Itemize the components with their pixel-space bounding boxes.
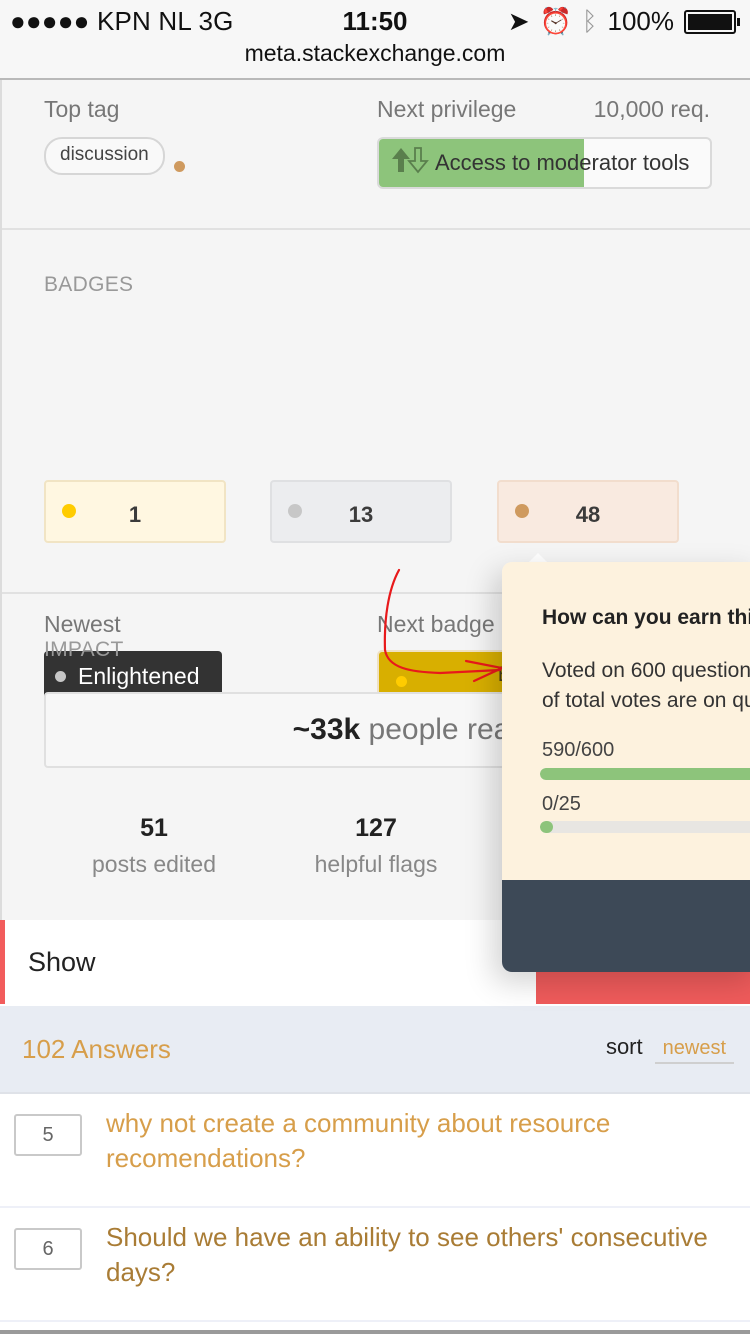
battery-percent: 100% <box>607 6 675 36</box>
bluetooth-icon: ᛒ <box>581 6 598 36</box>
list-item[interactable]: 6 Should we have an ability to see other… <box>0 1208 750 1322</box>
answers-header: 102 Answers sort newest <box>0 1006 750 1094</box>
next-privilege-name: Access to moderator tools <box>435 150 690 175</box>
progress-bar-questions <box>540 821 750 833</box>
people-reached-value: ~33k <box>292 713 361 746</box>
question-link[interactable]: why not create a community about resourc… <box>106 1106 726 1176</box>
sort-control: sort newest <box>606 1034 734 1064</box>
popover-description: Voted on 600 questions and 25% of total … <box>542 659 750 712</box>
bronze-badge-count[interactable]: 48 <box>497 480 679 543</box>
popover-title: How can you earn this badge? <box>542 606 750 629</box>
progress-fill <box>540 821 553 833</box>
next-privilege-progress[interactable]: Access to moderator tools <box>377 137 712 189</box>
top-tag-label: Top tag <box>44 96 120 122</box>
vote-arrows-icon <box>391 146 429 180</box>
address-bar-url[interactable]: meta.stackexchange.com <box>0 40 750 67</box>
progress-bar-votes <box>540 768 750 780</box>
question-link[interactable]: Should we have an ability to see others'… <box>106 1220 726 1290</box>
impact-heading: IMPACT <box>44 638 124 661</box>
stat-posts-edited: 51 posts edited <box>91 814 217 877</box>
battery-icon <box>684 9 740 34</box>
badges-section: BADGES 1 13 48 Newest Enlightened Next b… <box>2 230 750 701</box>
list-item[interactable]: 5 why not create a community about resou… <box>0 1094 750 1208</box>
bronze-dot-icon <box>174 161 185 172</box>
next-privilege-requirement: 10,000 req. <box>593 96 710 122</box>
tag-privilege-section: Top tag discussion Next privilege 10,000… <box>2 80 750 230</box>
sort-select[interactable]: newest <box>654 1037 734 1064</box>
sort-label: sort <box>605 1034 643 1059</box>
progress-label-questions: 0/25 <box>542 793 581 815</box>
top-tag-chip[interactable]: discussion <box>44 137 165 175</box>
vote-count: 5 <box>14 1114 82 1156</box>
bottom-edge <box>0 1330 750 1334</box>
badge-info-popover: How can you earn this badge? Voted on 60… <box>502 562 750 972</box>
status-bar: ●●●●● KPN NL 3G 11:50 ➤ ⏰ ᛒ 100% meta.st… <box>0 0 750 80</box>
answers-count: 102 Answers <box>22 1034 171 1064</box>
next-privilege-label: Next privilege <box>377 96 517 122</box>
alarm-clock-icon: ⏰ <box>539 6 572 36</box>
status-icons: ➤ ⏰ ᛒ 100% <box>507 6 740 37</box>
stat-helpful-flags: 127 helpful flags <box>314 814 438 877</box>
silver-badge-count[interactable]: 13 <box>270 480 452 543</box>
vote-count: 6 <box>14 1228 82 1270</box>
progress-fill <box>540 768 750 780</box>
show-label: Show <box>28 947 96 977</box>
progress-label-votes: 590/600 <box>542 739 615 761</box>
location-arrow-icon: ➤ <box>507 6 530 36</box>
badges-heading: BADGES <box>44 273 134 296</box>
popover-footer <box>502 880 750 972</box>
gold-badge-count[interactable]: 1 <box>44 480 226 543</box>
